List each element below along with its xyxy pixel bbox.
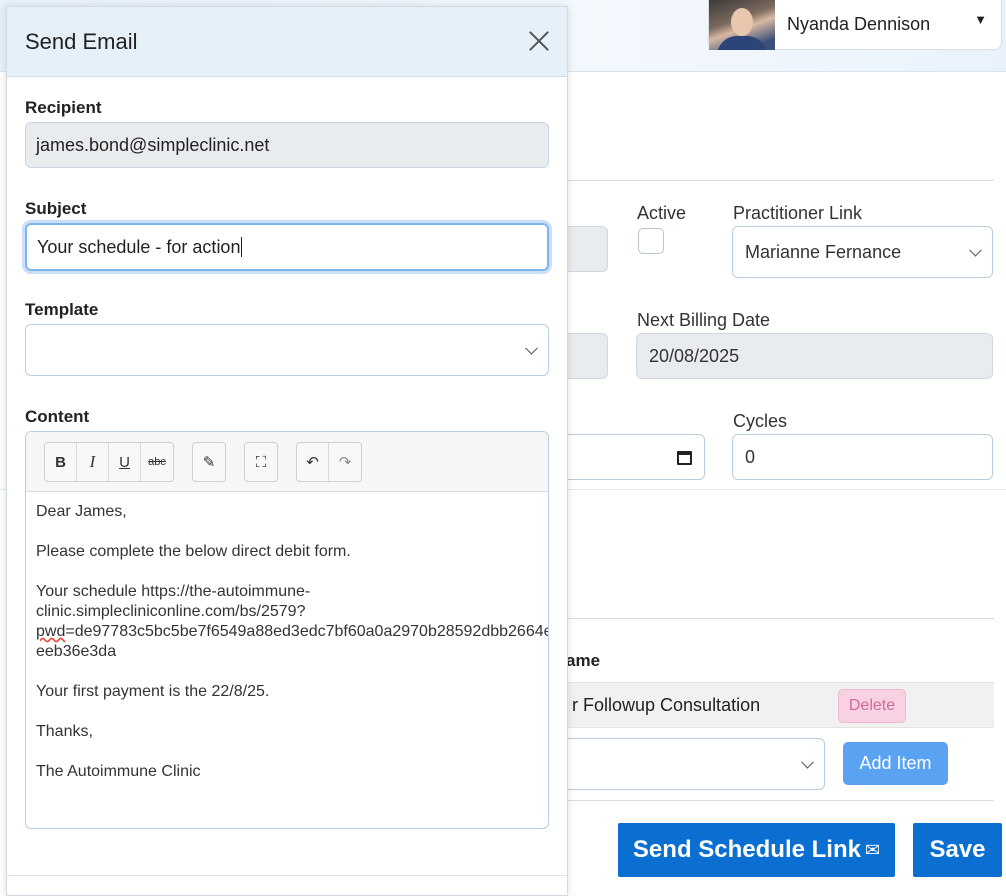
schedule-mid: clinic.simplecliniconline.com/bs/2579? — [36, 603, 306, 620]
schedule-rest: =de97783c5bc5be7f6549a88ed3edc7bf60a0a29… — [65, 623, 549, 640]
modal-header: Send Email — [7, 7, 567, 77]
close-icon[interactable] — [525, 27, 553, 55]
bold-button[interactable]: B — [45, 443, 77, 481]
save-button[interactable]: Save — [913, 823, 1002, 877]
add-item-button[interactable]: Add Item — [843, 742, 948, 785]
cycles-input[interactable]: 0 — [732, 434, 993, 480]
cycles-value: 0 — [745, 446, 756, 467]
divider — [568, 180, 994, 181]
content-first-payment: Your first payment is the 22/8/25. — [36, 683, 270, 700]
date-input[interactable] — [560, 434, 705, 480]
practitioner-link-label: Practitioner Link — [733, 203, 863, 223]
text-caret — [241, 237, 243, 257]
practitioner-link-value: Marianne Fernance — [745, 241, 902, 262]
italic-button[interactable]: I — [77, 443, 109, 481]
item-select[interactable] — [560, 738, 825, 790]
column-header-name: ame — [566, 651, 601, 670]
schedule-end: eeb36e3da — [36, 643, 117, 660]
calendar-icon[interactable] — [677, 451, 692, 465]
send-schedule-link-label: Send Schedule Link — [632, 836, 861, 863]
eraser-icon[interactable]: ✎ — [193, 443, 225, 481]
send-email-modal: Send Email Recipient james.bond@simplecl… — [6, 6, 568, 896]
underline-button[interactable]: U — [109, 443, 141, 481]
practitioner-link-select[interactable]: Marianne Fernance — [732, 226, 993, 278]
content-line1: Please complete the below direct debit f… — [36, 543, 351, 560]
strikethrough-button[interactable]: abc — [141, 443, 173, 481]
content-thanks: Thanks, — [36, 723, 93, 740]
divider — [568, 800, 994, 801]
mail-icon: ✉ — [864, 839, 881, 860]
recipient-field: james.bond@simpleclinic.net — [25, 122, 549, 168]
format-group: B I U abc — [44, 442, 174, 482]
recipient-label: Recipient — [25, 98, 102, 117]
divider — [568, 618, 994, 619]
active-label: Active — [637, 203, 687, 223]
content-schedule: Your schedule https://the-autoimmune- cl… — [36, 582, 548, 662]
avatar — [709, 0, 775, 50]
item-name: r Followup Consultation — [572, 695, 761, 715]
schedule-pwd: pwd — [36, 623, 66, 640]
chevron-down-icon — [969, 243, 982, 257]
history-group: ↶ ↷ — [296, 442, 362, 482]
clear-group: ✎ — [192, 442, 226, 482]
content-signature: The Autoimmune Clinic — [36, 763, 201, 780]
next-billing-date-label: Next Billing Date — [637, 310, 771, 330]
chevron-down-icon — [525, 341, 538, 355]
modal-title: Send Email — [25, 29, 138, 54]
subject-input[interactable]: Your schedule - for action — [25, 223, 549, 271]
user-name: Nyanda Dennison — [787, 14, 931, 34]
next-billing-date-field: 20/08/2025 — [636, 333, 993, 379]
editor-toolbar: B I U abc ✎ ⛶ ↶ ↷ — [26, 432, 548, 492]
user-menu[interactable]: Nyanda Dennison ▼ — [708, 0, 1002, 50]
subject-label: Subject — [25, 199, 87, 218]
fullscreen-icon[interactable]: ⛶ — [245, 443, 277, 481]
delete-button[interactable]: Delete — [838, 689, 906, 723]
undo-icon[interactable]: ↶ — [297, 443, 329, 481]
caret-down-icon: ▼ — [974, 12, 987, 27]
fullscreen-group: ⛶ — [244, 442, 278, 482]
redo-icon[interactable]: ↷ — [329, 443, 361, 481]
subject-value: Your schedule - for action — [37, 236, 241, 257]
cycles-label: Cycles — [733, 411, 788, 431]
active-checkbox[interactable] — [638, 228, 664, 254]
table-row: r Followup Consultation Delete — [568, 682, 994, 728]
modal-footer-divider — [7, 875, 567, 876]
schedule-prefix: Your schedule https://the-autoimmune- — [36, 583, 311, 600]
editor-content[interactable]: Dear James, Please complete the below di… — [26, 492, 548, 812]
template-label: Template — [25, 300, 99, 319]
next-billing-date-value: 20/08/2025 — [649, 345, 740, 366]
send-schedule-link-button[interactable]: Send Schedule Link ✉ — [618, 823, 895, 877]
content-editor[interactable]: B I U abc ✎ ⛶ ↶ ↷ Dear James, Please com… — [25, 431, 549, 829]
recipient-value: james.bond@simpleclinic.net — [36, 134, 270, 155]
content-greeting: Dear James, — [36, 503, 127, 520]
chevron-down-icon — [801, 755, 814, 769]
content-label: Content — [25, 407, 90, 426]
template-select[interactable] — [25, 324, 549, 376]
